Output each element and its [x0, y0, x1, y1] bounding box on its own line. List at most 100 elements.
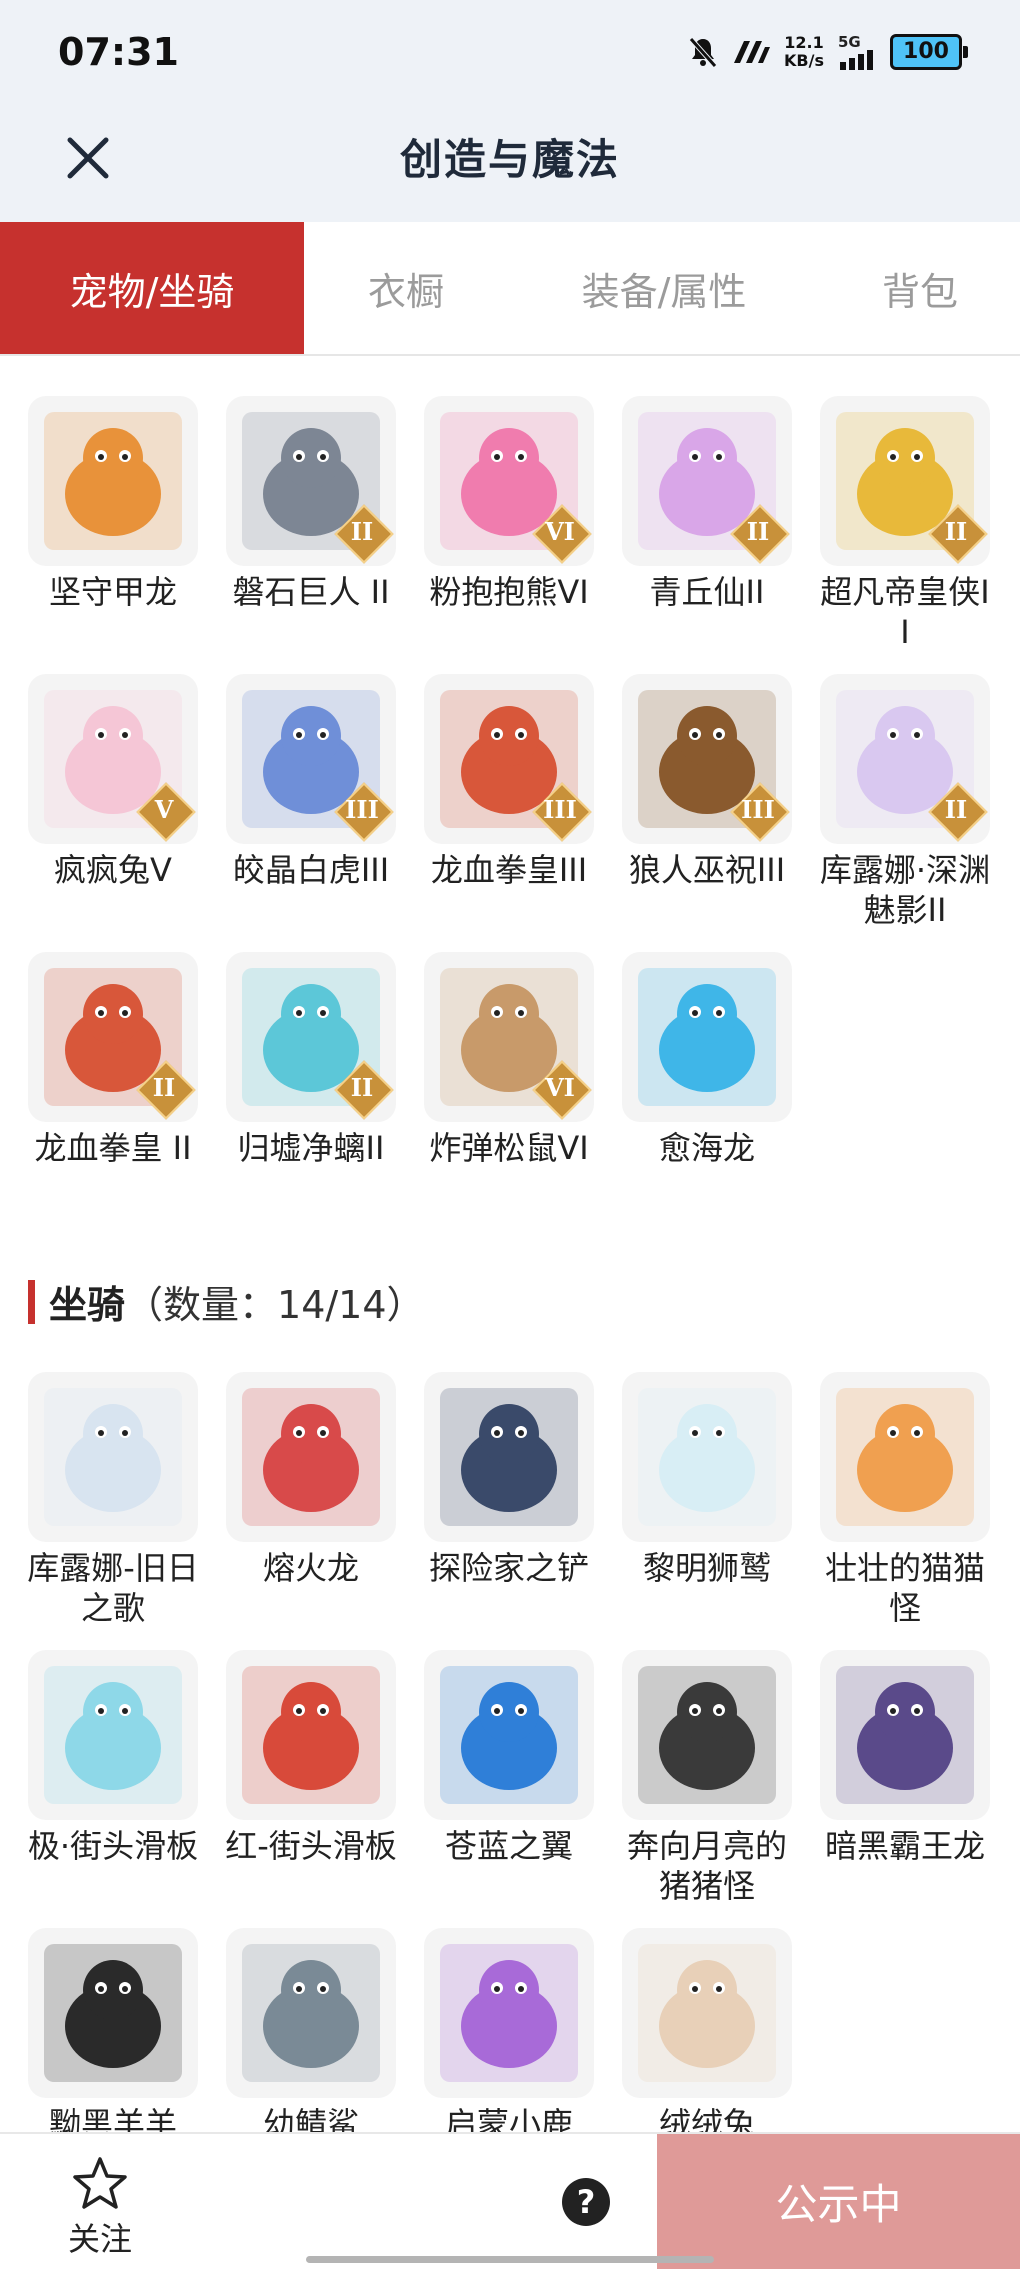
item-thumbnail	[226, 1372, 396, 1542]
item-name: 奔向月亮的猪猪怪	[626, 1827, 787, 1905]
follow-label: 关注	[67, 2220, 132, 2258]
tier-badge-text: II	[350, 1073, 374, 1102]
blue-wing-icon	[440, 1666, 578, 1804]
skateboard-icon	[44, 1666, 182, 1804]
item-name: 磐石巨人 II	[232, 573, 390, 611]
skateboard-icon	[242, 1666, 380, 1804]
item-name: 库露娜-旧日之歌	[27, 1549, 199, 1627]
mount-section-title: 坐骑	[49, 1283, 126, 1327]
tier-badge-text: II	[152, 1073, 176, 1102]
pet-item[interactable]: II 归墟净螭II	[226, 952, 396, 1230]
mount-item[interactable]: 黎明狮鹫	[622, 1372, 792, 1650]
tab-pets-mounts[interactable]: 宠物/坐骑	[0, 222, 304, 354]
tier-badge: V	[136, 782, 196, 842]
tier-badge-text: II	[944, 517, 968, 546]
bottom-bar: 关注 ? 公示中	[0, 2132, 1020, 2269]
sea-dragon-icon	[638, 968, 776, 1106]
mount-item[interactable]: 极·街头滑板	[28, 1650, 198, 1928]
pet-item[interactable]: II 青丘仙II	[622, 396, 792, 674]
star-icon	[73, 2157, 127, 2209]
item-thumbnail: II	[622, 396, 792, 566]
item-name: 归墟净螭II	[237, 1129, 385, 1167]
tier-badge: III	[730, 782, 790, 842]
net-speed-value: 12.1	[784, 33, 824, 52]
item-name: 龙血拳皇III	[430, 851, 588, 889]
tab-equipment-attributes[interactable]: 装备/属性	[508, 222, 820, 354]
mount-item[interactable]: 壮壮的猫猫怪	[820, 1372, 990, 1650]
follow-button[interactable]: 关注	[56, 2156, 144, 2260]
item-thumbnail	[424, 1372, 594, 1542]
item-name: 狼人巫祝III	[628, 851, 786, 889]
mount-section-count: （数量：14/14）	[125, 1283, 425, 1327]
section-accent-bar	[28, 1279, 35, 1324]
publicity-status-button[interactable]: 公示中	[657, 2134, 1020, 2269]
pet-item[interactable]: 坚守甲龙	[28, 396, 198, 674]
tier-badge: III	[334, 782, 394, 842]
status-icons: 12.1 KB/s 5G 100	[688, 33, 968, 70]
lava-dragon-icon	[242, 1388, 380, 1526]
item-name: 龙血拳皇 II	[34, 1129, 192, 1167]
item-thumbnail	[28, 1650, 198, 1820]
tier-badge-text: VI	[545, 517, 575, 546]
pet-item[interactable]: III 皎晶白虎III	[226, 674, 396, 952]
net-speed-unit: KB/s	[784, 51, 824, 70]
page-title: 创造与魔法	[399, 135, 620, 184]
item-name: 红-街头滑板	[225, 1827, 397, 1865]
item-name: 粉抱抱熊VI	[429, 573, 589, 611]
mount-item[interactable]: 红-街头滑板	[225, 1650, 397, 1928]
home-indicator	[306, 2256, 714, 2263]
pet-item[interactable]: VI 粉抱抱熊VI	[424, 396, 594, 674]
tier-badge: VI	[532, 1060, 592, 1120]
mount-item[interactable]: 奔向月亮的猪猪怪	[622, 1650, 792, 1928]
pet-item[interactable]: II 龙血拳皇 II	[28, 952, 198, 1230]
item-thumbnail	[424, 1650, 594, 1820]
item-name: 极·街头滑板	[27, 1827, 199, 1865]
tab-wardrobe[interactable]: 衣橱	[304, 222, 508, 354]
tier-badge-text: VI	[545, 1073, 575, 1102]
pet-item[interactable]: II 超凡帝皇侠II	[820, 396, 990, 674]
item-name: 皎晶白虎III	[232, 851, 390, 889]
tier-badge-text: II	[944, 795, 968, 824]
mount-item[interactable]: 苍蓝之翼	[424, 1650, 594, 1928]
pet-item[interactable]: II 磐石巨人 II	[226, 396, 396, 674]
pet-item[interactable]: VI 炸弹松鼠VI	[424, 952, 594, 1230]
pet-item[interactable]: V 疯疯兔V	[28, 674, 198, 952]
mount-item[interactable]: 熔火龙	[226, 1372, 396, 1650]
item-name: 壮壮的猫猫怪	[824, 1549, 985, 1627]
item-thumbnail	[226, 1650, 396, 1820]
pet-item[interactable]: 愈海龙	[622, 952, 792, 1230]
battery-indicator: 100	[890, 34, 968, 70]
item-thumbnail: V	[28, 674, 198, 844]
tier-badge: II	[730, 504, 790, 564]
help-icon[interactable]: ?	[562, 2178, 610, 2226]
item-name: 青丘仙II	[649, 573, 765, 611]
pet-item[interactable]: III 龙血拳皇III	[424, 674, 594, 952]
item-thumbnail	[820, 1372, 990, 1542]
deer-icon	[440, 1944, 578, 2082]
signal-5g-icon: 5G	[838, 34, 876, 70]
mount-item[interactable]: 暗黑霸王龙	[820, 1650, 990, 1928]
tier-badge: II	[136, 1060, 196, 1120]
mount-item[interactable]: 库露娜-旧日之歌	[27, 1372, 199, 1650]
item-name: 黎明狮鹫	[642, 1549, 771, 1587]
item-name: 熔火龙	[262, 1549, 359, 1587]
carrier-logo-icon	[732, 39, 771, 65]
girl-mount-icon	[44, 1388, 182, 1526]
item-thumbnail	[28, 396, 198, 566]
tier-badge: II	[334, 1060, 394, 1120]
tier-badge: VI	[532, 504, 592, 564]
item-name: 愈海龙	[658, 1129, 755, 1167]
item-name: 探险家之铲	[428, 1549, 589, 1587]
pet-item[interactable]: II 库露娜·深渊魅影II	[820, 674, 990, 952]
item-thumbnail	[622, 1928, 792, 2098]
item-name: 暗黑霸王龙	[824, 1827, 985, 1865]
item-thumbnail: VI	[424, 952, 594, 1122]
pets-grid: 坚守甲龙 II 磐石巨人 II VI 粉抱抱熊VI II 青丘仙II II 超凡帝皇侠II V 疯疯…	[28, 396, 1008, 1230]
item-name: 苍蓝之翼	[444, 1827, 573, 1865]
shovel-icon	[440, 1388, 578, 1526]
item-name: 疯疯兔V	[54, 851, 172, 889]
mute-bell-icon	[688, 36, 718, 68]
mount-item[interactable]: 探险家之铲	[424, 1372, 594, 1650]
tab-backpack[interactable]: 背包	[820, 222, 1020, 354]
pet-item[interactable]: III 狼人巫祝III	[622, 674, 792, 952]
